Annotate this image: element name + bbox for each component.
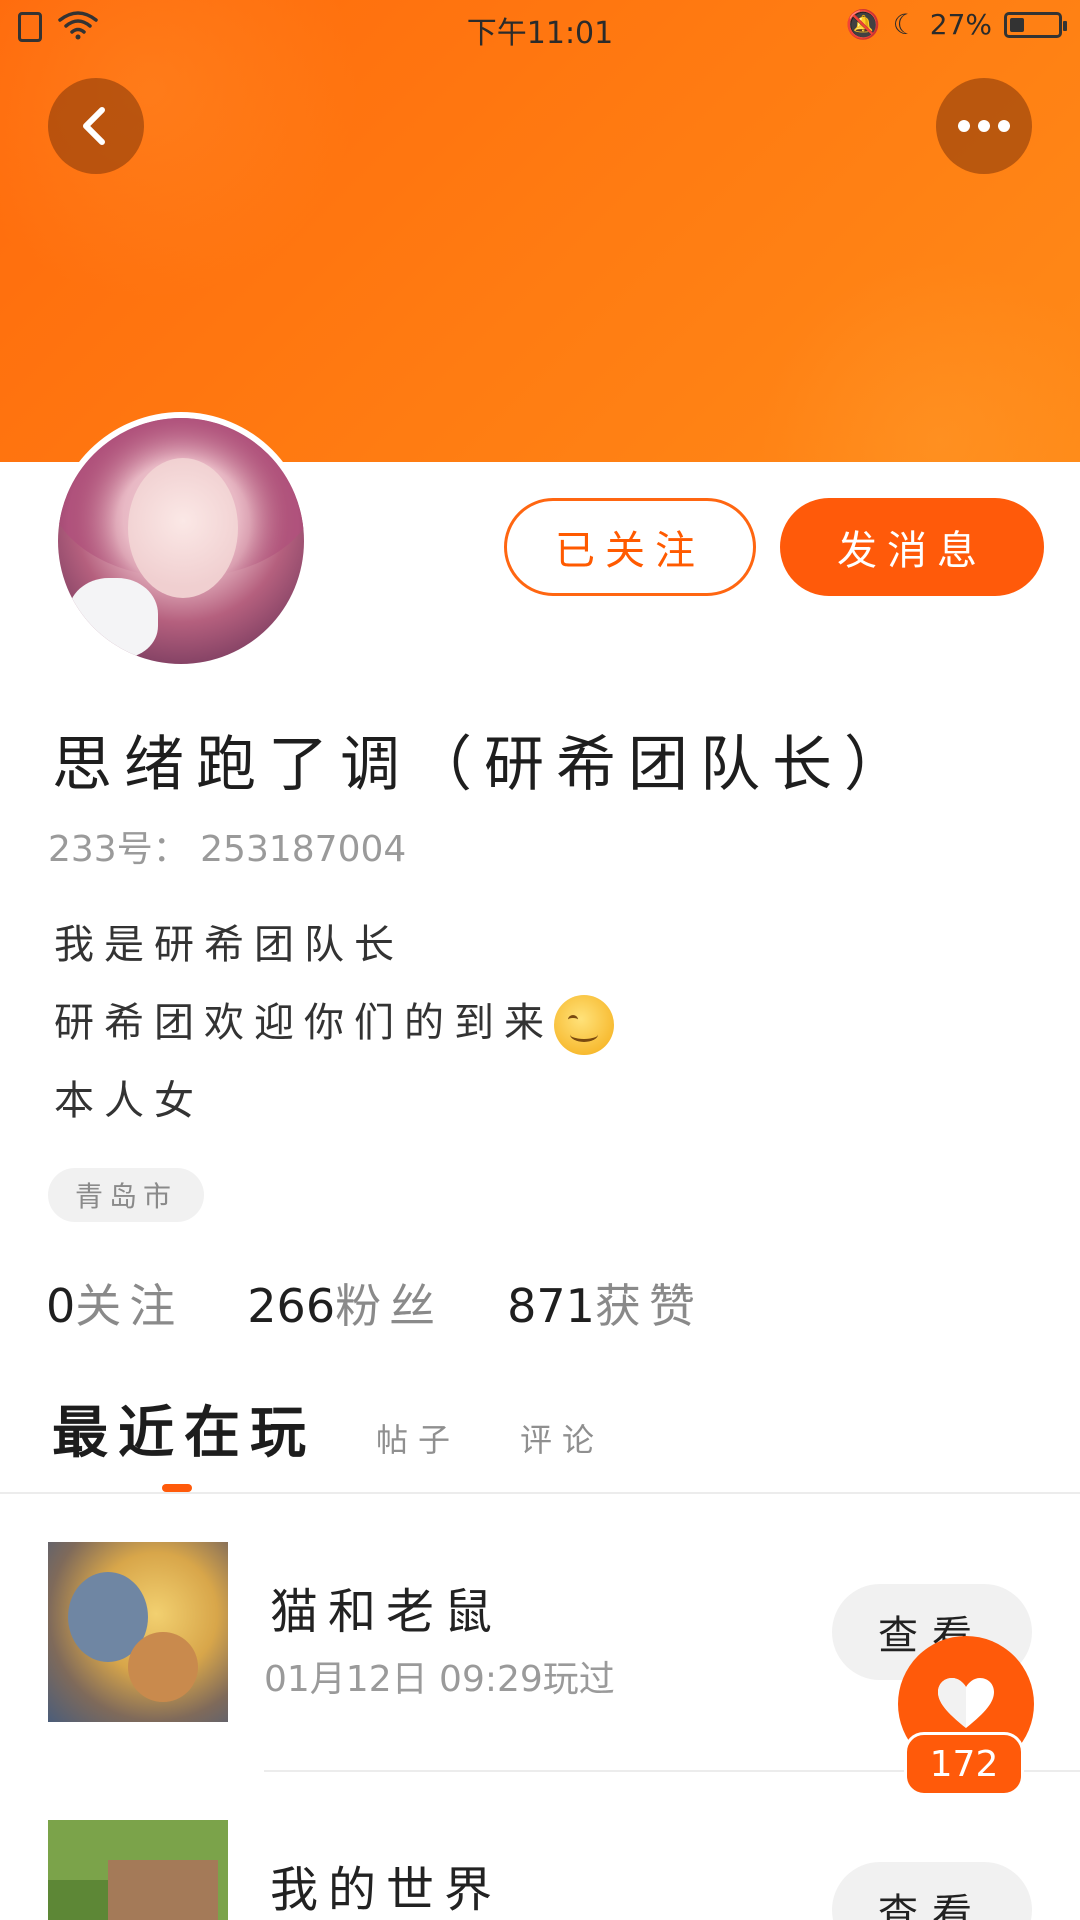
profile-header-banner: 下午11:01 🔕 ☾ 27% xyxy=(0,0,1080,462)
bell-muted-icon: 🔕 xyxy=(845,8,881,41)
stat-value: 871 xyxy=(507,1279,595,1333)
stat-label: 获赞 xyxy=(594,1279,703,1333)
stat-label: 关注 xyxy=(75,1279,184,1333)
list-item[interactable]: 我的世界 查看 xyxy=(0,1814,1080,1920)
more-dots-icon xyxy=(958,120,1010,132)
user-id: 233号： 253187004 xyxy=(48,829,407,870)
stat-value: 266 xyxy=(247,1279,336,1333)
avatar-image xyxy=(58,418,304,664)
profile-tabs: 最近在玩 帖子 评论 xyxy=(52,1388,604,1469)
active-tab-indicator xyxy=(162,1484,192,1492)
view-button[interactable]: 查看 xyxy=(832,1862,1032,1920)
moon-icon: ☾ xyxy=(892,8,918,41)
game-icon xyxy=(48,1542,228,1722)
stat-fans[interactable]: 266粉丝 xyxy=(247,1270,443,1336)
smile-emoji-icon xyxy=(554,995,614,1055)
stat-following[interactable]: 0关注 xyxy=(46,1270,183,1336)
bio: 我是研希团队长 研希团欢迎你们的到来 本人女 xyxy=(54,906,614,1140)
tab-posts[interactable]: 帖子 xyxy=(376,1415,460,1469)
stat-likes: 871获赞 xyxy=(507,1270,703,1336)
bio-line: 研希团欢迎你们的到来 xyxy=(54,1000,554,1046)
status-bar: 下午11:01 🔕 ☾ 27% xyxy=(0,0,1080,54)
bio-line-with-emoji: 研希团欢迎你们的到来 xyxy=(54,984,614,1062)
game-last-played: 01月12日 09:29玩过 xyxy=(264,1659,615,1700)
stat-label: 粉丝 xyxy=(335,1279,444,1333)
stat-value: 0 xyxy=(46,1279,76,1333)
heart-icon xyxy=(938,1678,994,1728)
game-title: 我的世界 xyxy=(270,1862,503,1918)
profile-name: 思绪跑了调（研希团队长） xyxy=(52,730,916,800)
followed-button[interactable]: 已关注 xyxy=(504,498,756,596)
bio-line: 我是研希团队长 xyxy=(54,922,404,968)
back-button[interactable] xyxy=(48,78,144,174)
tab-comments[interactable]: 评论 xyxy=(520,1415,604,1469)
more-button[interactable] xyxy=(936,78,1032,174)
profile-stats: 0关注 266粉丝 871获赞 xyxy=(46,1270,703,1336)
banner-decoration xyxy=(760,260,1080,462)
game-icon xyxy=(48,1820,228,1920)
game-title: 猫和老鼠 xyxy=(270,1584,503,1640)
divider xyxy=(0,1492,1080,1494)
send-message-button[interactable]: 发消息 xyxy=(780,498,1044,596)
location-tag: 青岛市 xyxy=(48,1168,204,1222)
battery-icon xyxy=(1004,11,1067,38)
tab-recently-playing[interactable]: 最近在玩 xyxy=(52,1388,316,1469)
battery-percent: 27% xyxy=(929,8,992,41)
chevron-left-icon xyxy=(83,107,105,145)
avatar[interactable] xyxy=(52,412,310,670)
bio-line: 本人女 xyxy=(54,1078,204,1124)
like-count-badge: 172 xyxy=(904,1732,1024,1796)
